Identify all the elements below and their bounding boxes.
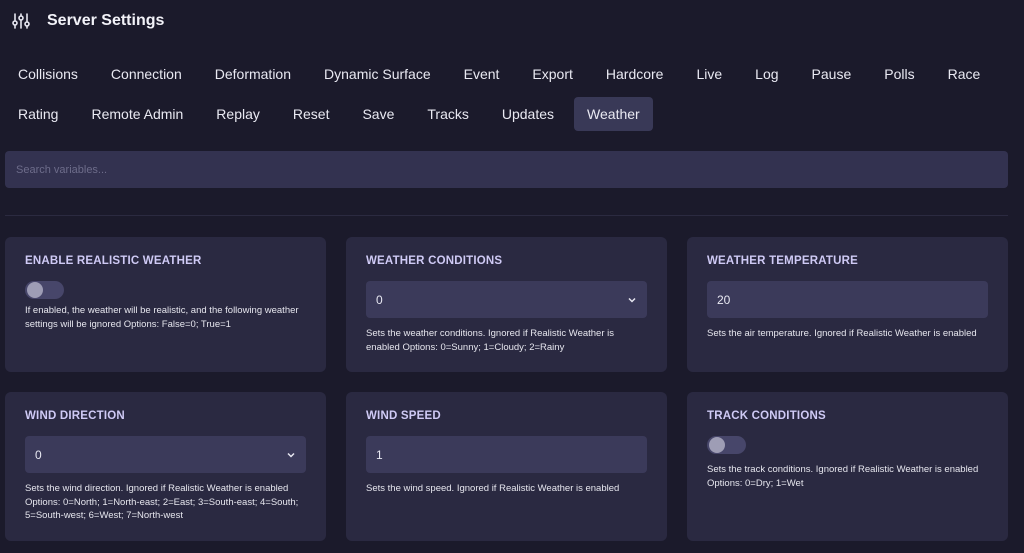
- tab-save[interactable]: Save: [349, 97, 407, 131]
- card-weather-temperature: WEATHER TEMPERATURE 20 Sets the air temp…: [687, 237, 1008, 372]
- page-title: Server Settings: [47, 12, 165, 29]
- realistic-weather-toggle[interactable]: [25, 281, 64, 299]
- tab-deformation[interactable]: Deformation: [202, 57, 304, 91]
- card-description: If enabled, the weather will be realisti…: [25, 305, 299, 330]
- chevron-down-icon: [287, 452, 295, 458]
- card-description: Sets the wind speed. Ignored if Realisti…: [366, 483, 620, 494]
- card-title: WEATHER CONDITIONS: [366, 255, 503, 267]
- tab-live[interactable]: Live: [683, 57, 735, 91]
- input-value: 20: [717, 292, 731, 307]
- card-enable-realistic-weather: ENABLE REALISTIC WEATHER If enabled, the…: [5, 237, 326, 372]
- wind-direction-select[interactable]: 0: [25, 436, 306, 473]
- tab-tracks[interactable]: Tracks: [414, 97, 481, 131]
- tab-connection[interactable]: Connection: [98, 57, 195, 91]
- toggle-knob: [709, 437, 725, 453]
- chevron-down-icon: [628, 297, 636, 303]
- tab-export[interactable]: Export: [519, 57, 585, 91]
- tab-race[interactable]: Race: [935, 57, 994, 91]
- toggle-knob: [27, 282, 43, 298]
- card-weather-conditions: WEATHER CONDITIONS 0 Sets the weather co…: [346, 237, 667, 372]
- card-description: Sets the weather conditions. Ignored if …: [366, 328, 615, 353]
- search-input[interactable]: [5, 151, 1008, 188]
- card-track-conditions: TRACK CONDITIONS Sets the track conditio…: [687, 392, 1008, 541]
- card-title: TRACK CONDITIONS: [707, 410, 826, 422]
- card-wind-direction: WIND DIRECTION 0 Sets the wind direction…: [5, 392, 326, 541]
- card-description: Sets the wind direction. Ignored if Real…: [25, 483, 299, 521]
- input-value: 1: [376, 447, 383, 462]
- weather-conditions-select[interactable]: 0: [366, 281, 647, 318]
- tab-reset[interactable]: Reset: [280, 97, 343, 131]
- tab-rating[interactable]: Rating: [5, 97, 71, 131]
- card-title: ENABLE REALISTIC WEATHER: [25, 255, 202, 267]
- weather-temperature-input[interactable]: 20: [707, 281, 988, 318]
- tab-weather[interactable]: Weather: [574, 97, 653, 131]
- tab-remote-admin[interactable]: Remote Admin: [78, 97, 196, 131]
- card-wind-speed: WIND SPEED 1 Sets the wind speed. Ignore…: [346, 392, 667, 541]
- tab-polls[interactable]: Polls: [871, 57, 927, 91]
- tab-replay[interactable]: Replay: [203, 97, 273, 131]
- tabs-row-1: Collisions Connection Deformation Dynamic S…: [5, 57, 1000, 91]
- card-description: Sets the track conditions. Ignored if Re…: [707, 464, 979, 489]
- tab-dynamic-surface[interactable]: Dynamic Surface: [311, 57, 444, 91]
- card-title: WEATHER TEMPERATURE: [707, 255, 858, 267]
- divider: [5, 215, 1008, 216]
- wind-speed-input[interactable]: 1: [366, 436, 647, 473]
- tab-event[interactable]: Event: [451, 57, 513, 91]
- tab-hardcore[interactable]: Hardcore: [593, 57, 677, 91]
- tab-updates[interactable]: Updates: [489, 97, 567, 131]
- card-description: Sets the air temperature. Ignored if Rea…: [707, 328, 977, 339]
- card-title: WIND SPEED: [366, 410, 441, 422]
- tab-collisions[interactable]: Collisions: [5, 57, 91, 91]
- select-value: 0: [376, 292, 383, 307]
- tabs-row-2: Rating Remote Admin Replay Reset Save Tracks U…: [5, 97, 660, 131]
- page-header: Server Settings: [12, 9, 164, 33]
- track-conditions-toggle[interactable]: [707, 436, 746, 454]
- sliders-icon: [12, 13, 30, 29]
- tab-pause[interactable]: Pause: [799, 57, 865, 91]
- tab-log[interactable]: Log: [742, 57, 791, 91]
- card-title: WIND DIRECTION: [25, 410, 125, 422]
- select-value: 0: [35, 447, 42, 462]
